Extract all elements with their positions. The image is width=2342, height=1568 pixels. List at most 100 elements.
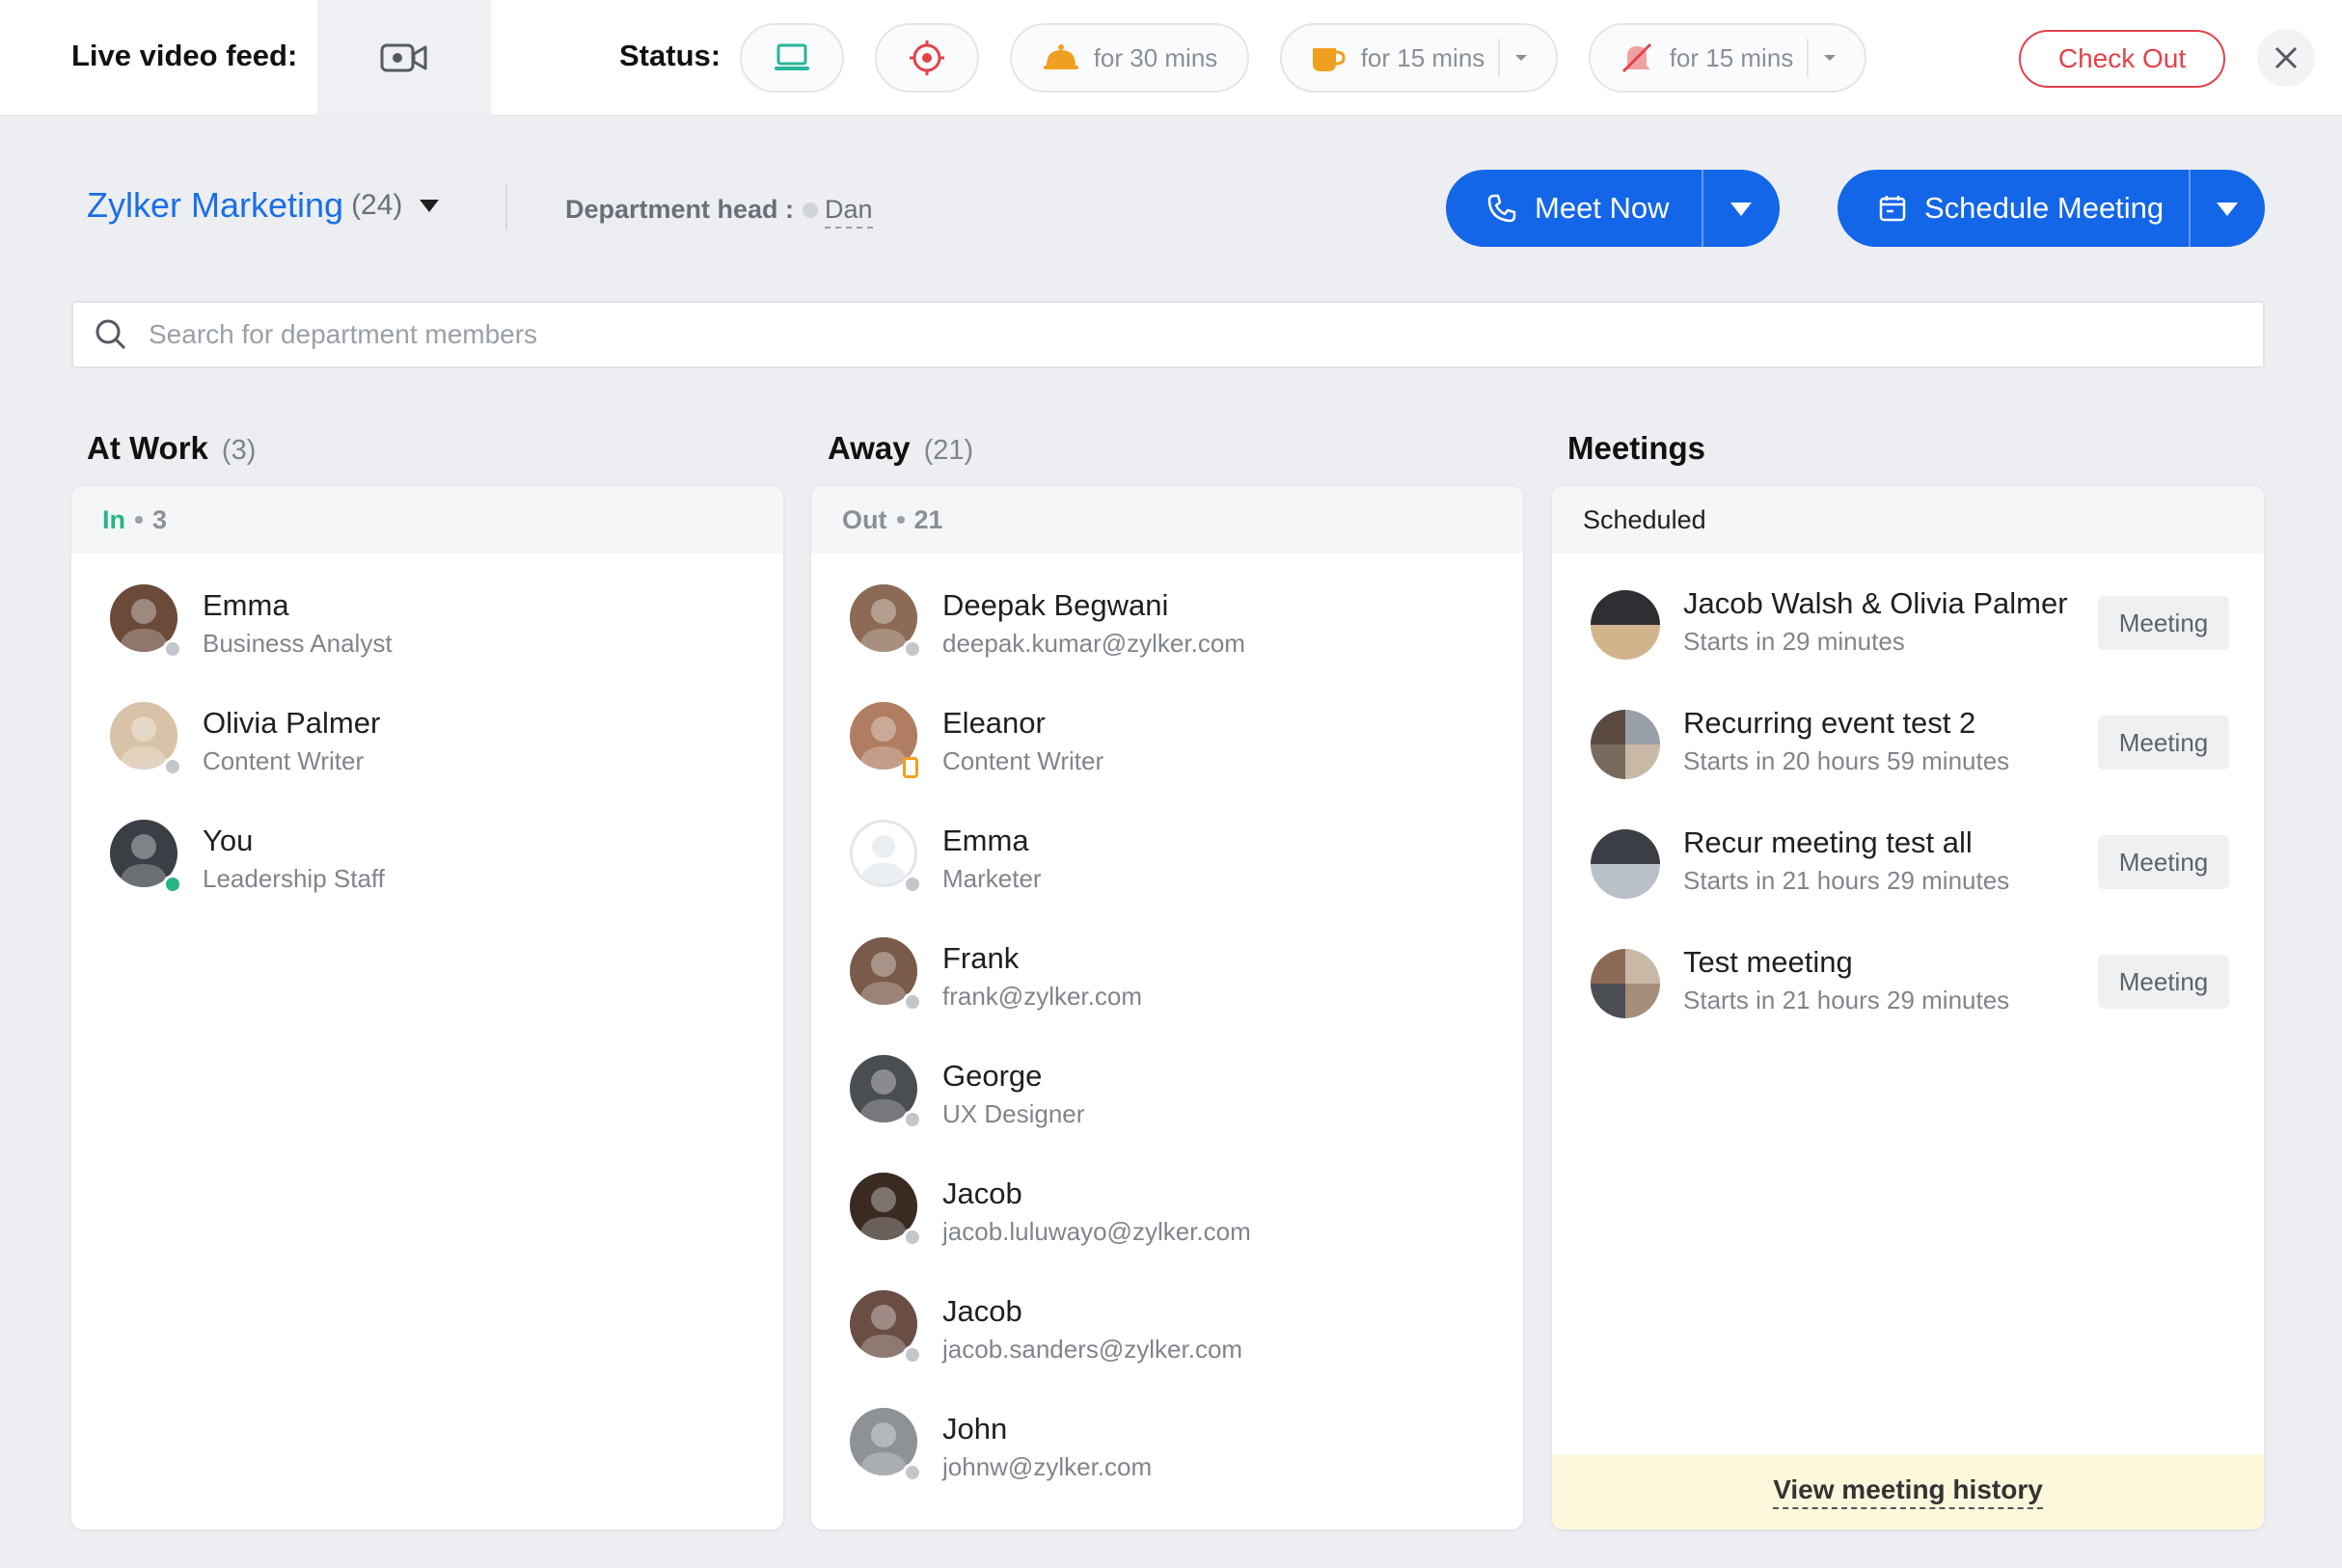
schedule-meeting-label: Schedule Meeting — [1924, 191, 2165, 225]
member-subtitle: jacob.sanders@zylker.com — [942, 1335, 1243, 1364]
caret-down-icon — [420, 199, 440, 212]
laptop-icon — [775, 43, 809, 70]
check-out-button[interactable]: Check Out — [2019, 30, 2225, 88]
member-name: Deepak Begwani — [942, 588, 1169, 622]
meet-now-button[interactable]: Meet Now — [1446, 170, 1780, 247]
meeting-title: Recur meeting test all — [1683, 825, 1973, 859]
member-subtitle: Leadership Staff — [203, 864, 385, 893]
meeting-item[interactable]: Test meeting Starts in 21 hours 29 minute… — [1552, 926, 2264, 1045]
list-item[interactable]: Eleanor Content Writer — [811, 681, 1523, 798]
calendar-icon — [1879, 196, 1906, 222]
scheduled-subheader: Scheduled — [1552, 486, 2264, 554]
view-meeting-history-bar: View meeting history — [1552, 1454, 2264, 1529]
lunch-duration: for 30 mins — [1093, 42, 1218, 72]
member-subtitle: deepak.kumar@zylker.com — [942, 629, 1245, 658]
close-button[interactable] — [2257, 29, 2315, 87]
member-name: Frank — [942, 941, 1020, 975]
meeting-start-time: Starts in 21 hours 29 minutes — [1683, 986, 2010, 1014]
meeting-tag: Meeting — [2098, 716, 2229, 770]
at-work-title: At Work (3) — [87, 430, 257, 466]
member-name: You — [203, 824, 254, 857]
status-dnd-button[interactable]: for 15 mins — [1589, 23, 1866, 93]
status-break-button[interactable]: for 15 mins — [1280, 23, 1558, 93]
coffee-icon — [1312, 48, 1346, 71]
break-duration: for 15 mins — [1360, 42, 1485, 72]
status-dot — [903, 875, 922, 894]
away-panel: Out 21 Deepak Begwani deepak.kumar@zylker… — [811, 486, 1523, 1529]
list-item[interactable]: Emma Business Analyst — [71, 563, 783, 681]
schedule-meeting-button[interactable]: Schedule Meeting — [1838, 170, 2265, 247]
meeting-tag: Meeting — [2098, 596, 2229, 650]
member-subtitle: Business Analyst — [203, 629, 393, 658]
status-dot — [903, 992, 922, 1012]
list-item[interactable]: John johnw@zylker.com — [811, 1387, 1523, 1504]
chevron-down-icon[interactable] — [2217, 203, 2238, 216]
department-count: (24) — [351, 189, 403, 221]
meeting-item[interactable]: Recur meeting test all Starts in 21 hours… — [1552, 806, 2264, 926]
at-work-count: (3) — [221, 435, 257, 466]
meeting-avatar — [1591, 590, 1660, 660]
list-item[interactable]: Frank frank@zylker.com — [811, 916, 1523, 1034]
meet-now-main[interactable]: Meet Now — [1446, 170, 1670, 247]
department-name: Zylker Marketing — [87, 185, 344, 225]
meeting-title: Test meeting — [1683, 945, 1853, 979]
status-lunch-button[interactable]: for 30 mins — [1010, 23, 1249, 93]
meal-icon — [1043, 44, 1078, 69]
member-subtitle: frank@zylker.com — [942, 982, 1142, 1011]
top-bar: Live video feed: Status: for 30 mins for… — [0, 0, 2342, 116]
meetings-panel: Scheduled Jacob Walsh & Olivia Palmer Sta… — [1552, 486, 2264, 1529]
search-input[interactable] — [149, 319, 2174, 350]
list-item[interactable]: You Leadership Staff — [71, 798, 783, 916]
status-dot — [903, 1345, 922, 1365]
member-name: John — [942, 1412, 1008, 1446]
status-dot — [903, 639, 922, 659]
meeting-start-time: Starts in 21 hours 29 minutes — [1683, 866, 2010, 895]
member-subtitle: johnw@zylker.com — [942, 1452, 1153, 1481]
at-work-panel: In 3 Emma Business Analyst Olivia Palmer Co… — [71, 486, 783, 1529]
meeting-avatar — [1591, 829, 1660, 899]
list-item[interactable]: George UX Designer — [811, 1034, 1523, 1151]
status-focus-button[interactable] — [875, 23, 979, 93]
member-name: Jacob — [942, 1176, 1022, 1210]
status-dot — [163, 639, 182, 659]
status-dot — [903, 1110, 922, 1129]
meeting-item[interactable]: Jacob Walsh & Olivia Palmer Starts in 29 … — [1552, 567, 2264, 687]
view-meeting-history-link[interactable]: View meeting history — [1773, 1474, 2043, 1509]
chevron-down-icon[interactable] — [1513, 53, 1529, 63]
meeting-item[interactable]: Recurring event test 2 Starts in 20 hours… — [1552, 687, 2264, 806]
video-camera-button[interactable] — [317, 0, 491, 116]
department-head-name[interactable]: Dan — [825, 195, 873, 229]
status-working-button[interactable] — [740, 23, 844, 93]
divider — [505, 185, 507, 230]
status-dot — [903, 1228, 922, 1247]
away-title: Away (21) — [828, 430, 974, 466]
status-dot — [903, 1463, 922, 1482]
meeting-avatar — [1591, 710, 1660, 779]
list-item[interactable]: Jacob jacob.sanders@zylker.com — [811, 1269, 1523, 1387]
meeting-tag: Meeting — [2098, 955, 2229, 1009]
member-subtitle: Content Writer — [203, 746, 365, 775]
meeting-start-time: Starts in 29 minutes — [1683, 627, 1905, 656]
list-item[interactable]: Olivia Palmer Content Writer — [71, 681, 783, 798]
member-subtitle: jacob.luluwayo@zylker.com — [942, 1217, 1251, 1246]
target-icon — [910, 41, 944, 75]
status-label: Status: — [619, 39, 722, 72]
list-item[interactable]: Emma Marketer — [811, 798, 1523, 916]
video-camera-icon — [380, 43, 427, 72]
list-item[interactable]: Jacob jacob.luluwayo@zylker.com — [811, 1151, 1523, 1269]
chevron-down-icon[interactable] — [1822, 53, 1838, 63]
list-item[interactable]: Deepak Begwani deepak.kumar@zylker.com — [811, 563, 1523, 681]
schedule-meeting-main[interactable]: Schedule Meeting — [1838, 170, 2164, 247]
live-video-label: Live video feed: — [71, 39, 298, 72]
meeting-start-time: Starts in 20 hours 59 minutes — [1683, 746, 2010, 775]
close-icon — [2274, 46, 2298, 69]
search-bar[interactable] — [71, 301, 2265, 368]
chevron-down-icon[interactable] — [1730, 203, 1752, 216]
search-icon — [95, 319, 126, 350]
in-subheader: In 3 — [71, 486, 783, 554]
department-selector[interactable]: Zylker Marketing (24) — [87, 185, 440, 226]
member-name: Olivia Palmer — [203, 706, 381, 740]
member-name: Emma — [203, 588, 289, 622]
presence-dot — [803, 203, 818, 218]
member-subtitle: UX Designer — [942, 1099, 1085, 1128]
